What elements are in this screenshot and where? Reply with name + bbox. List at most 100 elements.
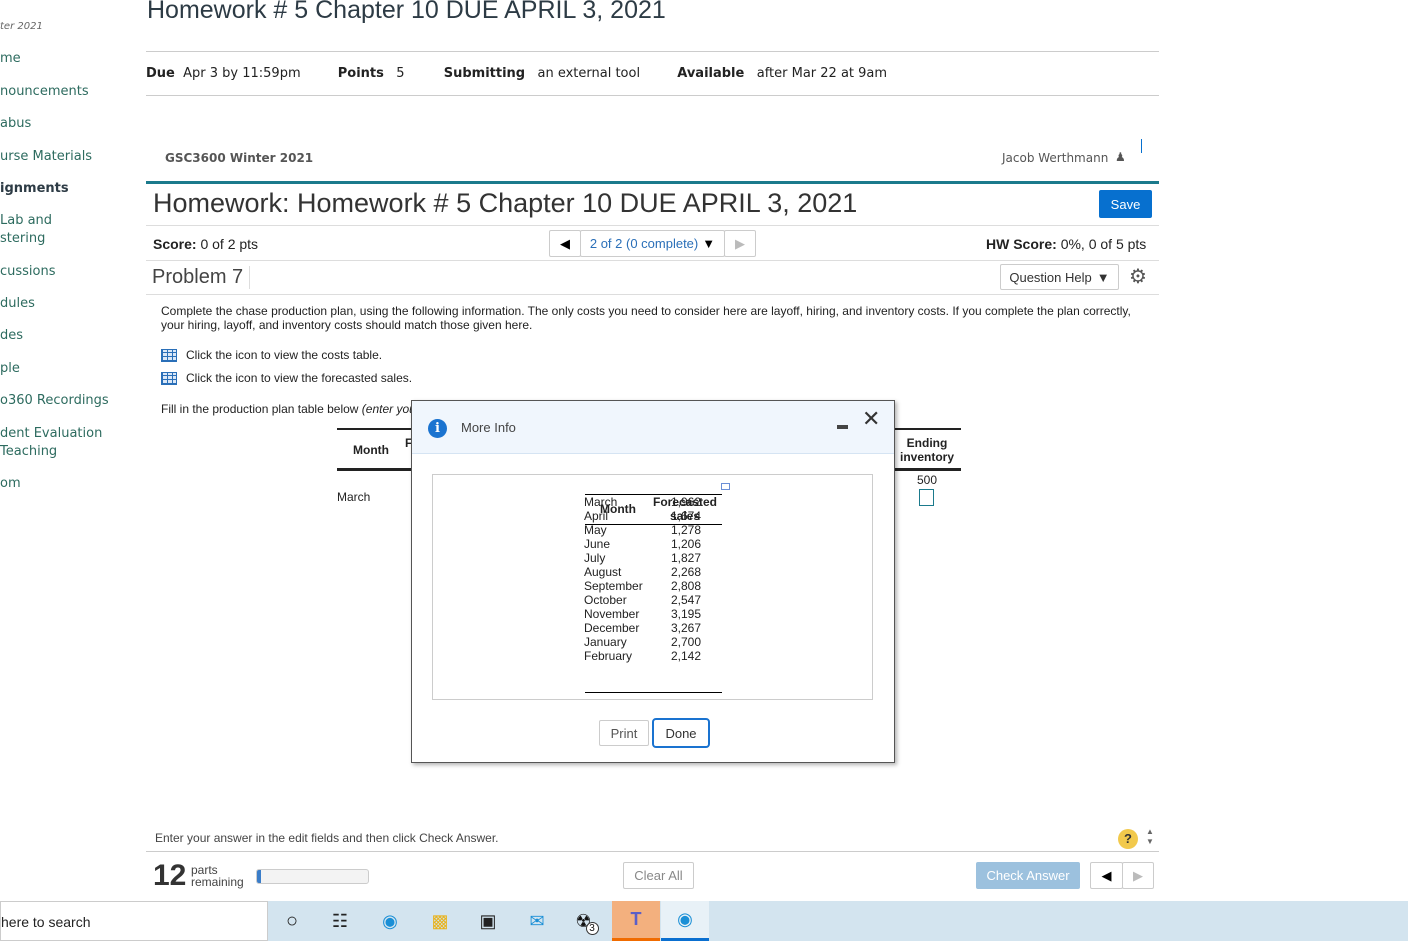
clear-all-button[interactable]: Clear All xyxy=(623,862,694,889)
close-icon[interactable]: ✕ xyxy=(862,406,880,432)
sales-month: September xyxy=(584,579,643,593)
problem-label: Problem 7 xyxy=(152,266,251,289)
sales-value: 1,962 xyxy=(671,495,702,509)
user-name[interactable]: Jacob Werthmann xyxy=(1002,151,1108,165)
file-explorer-icon[interactable]: ▩ xyxy=(425,906,455,936)
course-name: GSC3600 Winter 2021 xyxy=(165,151,314,165)
sales-value: 3,267 xyxy=(671,621,702,635)
sidebar-item[interactable]: me xyxy=(0,50,21,68)
xbox-icon[interactable]: ☢ 3 xyxy=(572,906,602,936)
teams-icon[interactable]: T xyxy=(612,901,660,941)
sales-row: November 3,195 xyxy=(584,607,701,621)
gear-icon[interactable]: ⚙ xyxy=(1129,264,1147,289)
month-cell: March xyxy=(337,490,371,504)
sales-month: June xyxy=(584,537,611,551)
sidebar-item[interactable]: o360 Recordings xyxy=(0,392,109,410)
fill-instructions: Fill in the production plan table below … xyxy=(161,402,416,416)
sales-row: December 3,267 xyxy=(584,621,701,635)
cortana-icon[interactable]: ○ xyxy=(277,906,307,936)
sales-value: 2,808 xyxy=(671,579,702,593)
scroll-arrows-icon[interactable]: ▲ ▼ xyxy=(1146,827,1154,847)
sales-row: September 2,808 xyxy=(584,579,701,593)
sidebar-item[interactable]: Lab and stering xyxy=(0,212,52,248)
sidebar-item[interactable]: dent Evaluation Teaching xyxy=(0,425,102,461)
help-icon[interactable]: ? xyxy=(1118,829,1138,849)
sales-month: May xyxy=(584,523,607,537)
sidebar-item[interactable]: dules xyxy=(0,295,35,313)
sales-row: April 1,674 xyxy=(584,509,701,523)
hw-title: Homework: Homework # 5 Chapter 10 DUE AP… xyxy=(153,188,858,218)
sales-month: March xyxy=(584,495,618,509)
done-button[interactable]: Done xyxy=(652,718,710,748)
sidebar-item[interactable]: des xyxy=(0,327,23,345)
parts-label: parts remaining xyxy=(191,863,244,889)
sales-value: 1,206 xyxy=(671,537,702,551)
instructions: Complete the chase production plan, usin… xyxy=(161,304,1131,332)
info-icon: i xyxy=(428,419,447,438)
sales-value: 1,827 xyxy=(671,551,702,565)
sales-value: 2,700 xyxy=(671,635,702,649)
sales-month: February xyxy=(584,649,633,663)
assignment-title: Homework # 5 Chapter 10 DUE APRIL 3, 202… xyxy=(147,0,666,24)
chevron-down-icon: ▼ xyxy=(1096,269,1110,285)
edge-icon[interactable]: ◉ xyxy=(375,906,405,936)
sidebar-item[interactable]: abus xyxy=(0,115,31,133)
sales-value: 2,142 xyxy=(671,649,702,663)
sidebar-item[interactable]: cussions xyxy=(0,263,56,281)
ending-inventory-input[interactable] xyxy=(919,489,934,506)
sales-row: July 1,827 xyxy=(584,551,701,565)
sales-row: January 2,700 xyxy=(584,635,701,649)
sales-value: 1,674 xyxy=(671,509,702,523)
table-icon xyxy=(161,348,177,362)
sidebar-item[interactable]: om xyxy=(0,475,21,493)
save-button[interactable]: Save xyxy=(1099,190,1152,218)
mail-icon[interactable]: ✉ xyxy=(522,906,552,936)
sales-row: October 2,547 xyxy=(584,593,701,607)
sidebar-item[interactable]: ple xyxy=(0,360,20,378)
sales-month: December xyxy=(584,621,640,635)
store-icon[interactable]: ▣ xyxy=(473,906,503,936)
question-help-button[interactable]: Question Help ▼ xyxy=(1000,264,1119,290)
sales-month: January xyxy=(584,635,627,649)
sales-row: March 1,962 xyxy=(584,495,701,509)
parts-progress-bar xyxy=(256,869,369,884)
prev-part-button[interactable]: ◀ xyxy=(1090,862,1123,889)
sales-value: 2,268 xyxy=(671,565,702,579)
parts-count: 12 xyxy=(153,859,187,892)
task-view-icon[interactable]: ☷ xyxy=(325,906,355,936)
dialog-title: More Info xyxy=(461,420,516,435)
notification-badge: 3 xyxy=(585,921,599,935)
hw-score: HW Score: 0%, 0 of 5 pts xyxy=(986,236,1147,252)
sidebar-item[interactable]: urse Materials xyxy=(0,148,92,166)
forecasted-sales-table: March 1,962 April 1,674 May 1,278 June 1,206 Jul… xyxy=(584,495,701,663)
sales-month: November xyxy=(584,607,640,621)
expand-icon[interactable] xyxy=(721,483,730,490)
next-part-button[interactable]: ▶ xyxy=(1122,862,1154,889)
question-nav-dropdown[interactable]: 2 of 2 (0 complete) ▼ xyxy=(580,230,725,257)
sales-value: 2,547 xyxy=(671,593,702,607)
taskbar-search[interactable]: here to search xyxy=(0,901,268,941)
edge-active-icon[interactable]: ◉ xyxy=(661,901,709,941)
prev-question-button[interactable]: ◀ xyxy=(549,230,581,257)
sales-month: August xyxy=(584,565,622,579)
sidebar-item[interactable]: ignments xyxy=(0,180,69,198)
term-label: ter 2021 xyxy=(0,21,43,32)
sales-month: July xyxy=(584,551,606,565)
next-question-button[interactable]: ▶ xyxy=(724,230,756,257)
sales-table-link[interactable]: Click the icon to view the forecasted sa… xyxy=(161,371,412,385)
user-icon: ♟ xyxy=(1115,150,1126,164)
print-button[interactable]: Print xyxy=(599,720,649,746)
bottom-instructions: Enter your answer in the edit fields and… xyxy=(155,831,499,845)
sales-row: February 2,142 xyxy=(584,649,701,663)
month-header: Month xyxy=(353,443,389,457)
costs-table-link[interactable]: Click the icon to view the costs table. xyxy=(161,348,382,362)
sales-row: June 1,206 xyxy=(584,537,701,551)
sales-row: May 1,278 xyxy=(584,523,701,537)
sales-month: October xyxy=(584,593,627,607)
sidebar-item[interactable]: nouncements xyxy=(0,83,89,101)
minimize-icon[interactable] xyxy=(837,425,848,429)
chevron-down-icon: ▼ xyxy=(702,236,716,251)
sales-value: 3,195 xyxy=(671,607,702,621)
ending-inventory-header: Ending inventory xyxy=(899,436,954,464)
check-answer-button[interactable]: Check Answer xyxy=(976,862,1080,889)
